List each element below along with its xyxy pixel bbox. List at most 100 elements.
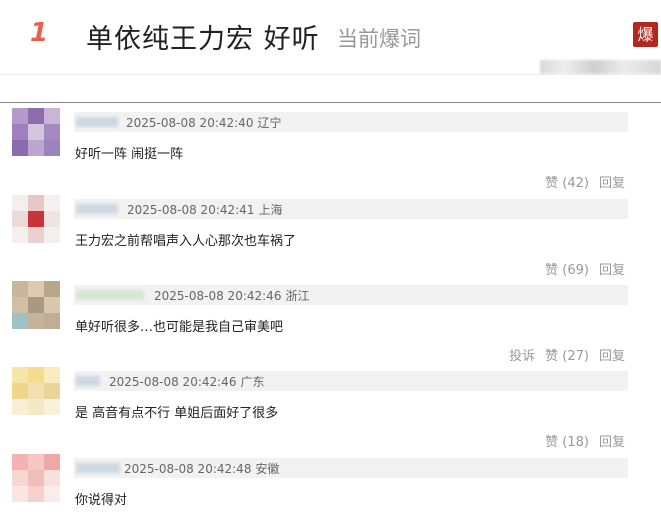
comment-text: 是 高音有点不行 单姐后面好了很多 <box>75 406 279 421</box>
reply-button[interactable]: 回复 <box>599 349 625 364</box>
avatar-mosaic-tile <box>12 297 28 313</box>
avatar-mosaic-tile <box>44 227 60 243</box>
avatar[interactable] <box>12 367 60 415</box>
like-button[interactable]: 赞 (18) <box>545 435 589 450</box>
comment-meta: 2025-08-08 20:42:41 上海 <box>74 199 628 219</box>
comment-text: 好听一阵 闹挺一阵 <box>75 147 184 162</box>
comment-time: 2025-08-08 20:42:48 <box>124 462 252 476</box>
avatar-mosaic-tile <box>12 108 28 124</box>
avatar-mosaic-tile <box>12 124 28 140</box>
avatar-mosaic-tile <box>28 399 44 415</box>
comment-location: 广东 <box>240 375 265 389</box>
comment-meta: 2025-08-08 20:42:46 广东 <box>74 371 628 391</box>
avatar-mosaic-tile <box>28 367 44 383</box>
username-blurred[interactable] <box>76 117 118 127</box>
avatar-mosaic-tile <box>44 195 60 211</box>
avatar-mosaic-tile <box>28 470 44 486</box>
avatar-mosaic-tile <box>28 195 44 211</box>
like-button[interactable]: 赞 (69) <box>545 263 589 278</box>
topic-title[interactable]: 单依纯王力宏 好听 <box>86 17 320 56</box>
avatar-mosaic-tile <box>12 313 28 329</box>
avatar-mosaic-tile <box>44 470 60 486</box>
avatar-mosaic-tile <box>28 313 44 329</box>
avatar[interactable] <box>12 454 60 502</box>
comment-meta: 2025-08-08 20:42:48 安徽 <box>74 458 628 478</box>
comment-actions: 赞 (42) 回复 <box>535 172 625 191</box>
comment-meta: 2025-08-08 20:42:46 浙江 <box>74 285 628 305</box>
avatar-mosaic-tile <box>12 281 28 297</box>
avatar-mosaic-tile <box>28 281 44 297</box>
username-blurred[interactable] <box>76 463 120 473</box>
avatar-mosaic-tile <box>28 383 44 399</box>
avatar-mosaic-tile <box>44 486 60 502</box>
like-button[interactable]: 赞 (27) <box>545 349 589 364</box>
avatar-mosaic-tile <box>28 454 44 470</box>
comment-meta-text: 2025-08-08 20:42:40 辽宁 <box>126 114 281 131</box>
comment-text: 王力宏之前帮唱声入人心那次也车祸了 <box>75 234 297 249</box>
avatar-mosaic-tile <box>12 140 28 156</box>
avatar-mosaic-tile <box>12 383 28 399</box>
hot-badge-icon: 爆 <box>633 22 658 47</box>
avatar-mosaic-tile <box>44 383 60 399</box>
avatar-mosaic-tile <box>12 470 28 486</box>
comment-location: 上海 <box>258 203 283 217</box>
reply-button[interactable]: 回复 <box>599 176 625 191</box>
comment-meta-text: 2025-08-08 20:42:48 安徽 <box>124 460 279 477</box>
comment-actions: 投诉赞 (27) 回复 <box>499 345 625 364</box>
avatar-mosaic-tile <box>12 454 28 470</box>
avatar-mosaic-tile <box>28 486 44 502</box>
topic-tag: 当前爆词 <box>337 27 421 51</box>
avatar-mosaic-tile <box>44 124 60 140</box>
comment-meta-text: 2025-08-08 20:42:46 浙江 <box>154 287 309 304</box>
comment-meta-text: 2025-08-08 20:42:41 上海 <box>127 201 282 218</box>
avatar[interactable] <box>12 281 60 329</box>
blurred-region <box>540 60 661 74</box>
topic-header: 1 单依纯王力宏 好听 当前爆词 爆 <box>0 0 661 75</box>
comment-time: 2025-08-08 20:42:40 <box>126 116 254 130</box>
comment-meta: 2025-08-08 20:42:40 辽宁 <box>74 112 628 132</box>
comment-text: 你说得对 <box>75 493 128 508</box>
username-blurred[interactable] <box>76 290 144 300</box>
avatar-mosaic-tile <box>44 367 60 383</box>
section-divider <box>0 102 661 103</box>
comment-location: 安徽 <box>255 462 280 476</box>
comment-location: 浙江 <box>285 289 310 303</box>
topic-rank: 1 <box>30 18 49 48</box>
avatar-mosaic-tile <box>28 227 44 243</box>
comment-time: 2025-08-08 20:42:41 <box>127 203 255 217</box>
like-button[interactable]: 赞 (42) <box>545 176 589 191</box>
comment-text: 单好听很多…也可能是我自己审美吧 <box>75 320 284 335</box>
avatar-mosaic-tile <box>28 211 44 227</box>
reply-button[interactable]: 回复 <box>599 435 625 450</box>
comment-actions: 赞 (69) 回复 <box>535 259 625 278</box>
hot-topic-comments-page: 1 单依纯王力宏 好听 当前爆词 爆 2025-08-08 20:42:40 辽宁… <box>0 0 661 519</box>
comment-meta-text: 2025-08-08 20:42:46 广东 <box>109 373 264 390</box>
avatar-mosaic-tile <box>28 124 44 140</box>
comment-time: 2025-08-08 20:42:46 <box>154 289 282 303</box>
avatar-mosaic-tile <box>28 108 44 124</box>
avatar-mosaic-tile <box>12 399 28 415</box>
avatar-mosaic-tile <box>28 297 44 313</box>
avatar-mosaic-tile <box>12 367 28 383</box>
avatar-mosaic-tile <box>44 399 60 415</box>
avatar-mosaic-tile <box>28 140 44 156</box>
avatar-mosaic-tile <box>12 211 28 227</box>
avatar-mosaic-tile <box>44 211 60 227</box>
avatar-mosaic-tile <box>44 140 60 156</box>
avatar-mosaic-tile <box>44 281 60 297</box>
avatar-mosaic-tile <box>44 297 60 313</box>
avatar-mosaic-tile <box>44 108 60 124</box>
avatar[interactable] <box>12 195 60 243</box>
avatar-mosaic-tile <box>12 195 28 211</box>
avatar-mosaic-tile <box>12 486 28 502</box>
avatar-mosaic-tile <box>44 313 60 329</box>
avatar-mosaic-tile <box>44 454 60 470</box>
username-blurred[interactable] <box>76 204 118 214</box>
avatar[interactable] <box>12 108 60 156</box>
report-button[interactable]: 投诉 <box>509 349 535 364</box>
comment-time: 2025-08-08 20:42:46 <box>109 375 237 389</box>
avatar-mosaic-tile <box>12 227 28 243</box>
username-blurred[interactable] <box>76 376 100 386</box>
reply-button[interactable]: 回复 <box>599 263 625 278</box>
comment-location: 辽宁 <box>257 116 282 130</box>
